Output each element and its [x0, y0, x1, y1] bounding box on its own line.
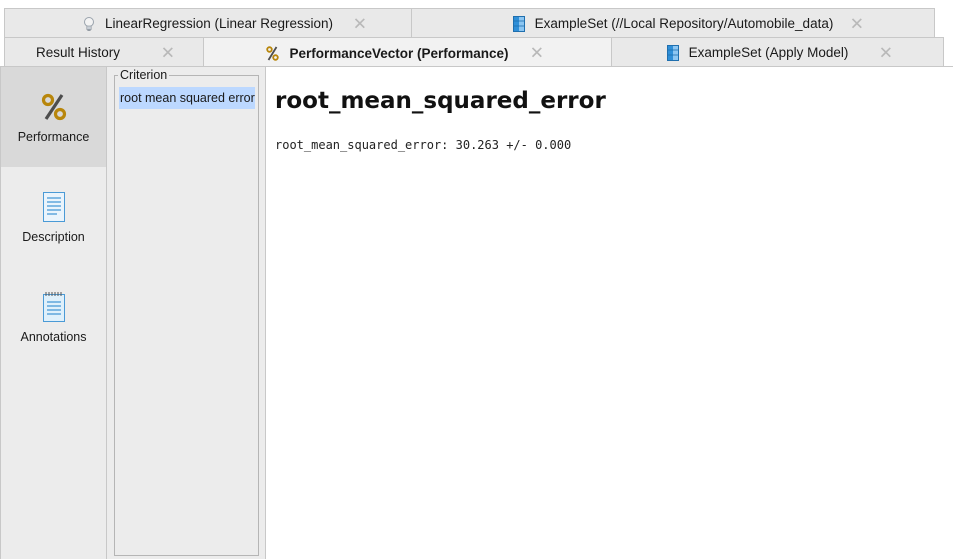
tab-exampleset-apply-model[interactable]: ExampleSet (Apply Model) ✕ [611, 37, 944, 67]
tab-label: Result History [35, 45, 121, 60]
tab-label: PerformanceVector (Performance) [289, 45, 509, 61]
criterion-title: root_mean_squared_error [275, 88, 606, 114]
tab-label: LinearRegression (Linear Regression) [104, 16, 334, 31]
nav-label: Description [22, 230, 85, 244]
nav-label: Performance [17, 130, 90, 144]
document-icon [42, 190, 65, 224]
nav-performance[interactable]: Performance [1, 67, 106, 167]
tab-linear-regression[interactable]: LinearRegression (Linear Regression) ✕ [4, 8, 412, 38]
criterion-list-item[interactable]: root mean squared error [119, 87, 255, 109]
criterion-panel: Criterion root mean squared error [107, 67, 265, 559]
tab-row-top: LinearRegression (Linear Regression) ✕ E… [0, 0, 953, 38]
results-view: LinearRegression (Linear Regression) ✕ E… [0, 0, 953, 559]
close-tab-button[interactable]: ✕ [850, 15, 864, 32]
close-tab-button[interactable]: ✕ [353, 15, 367, 32]
nav-annotations[interactable]: Annotations [1, 267, 106, 367]
tab-label: ExampleSet (//Local Repository/Automobil… [534, 16, 834, 31]
exampleset-icon [666, 44, 679, 61]
tab-label: ExampleSet (Apply Model) [688, 45, 849, 60]
performance-detail: root_mean_squared_error root_mean_square… [266, 67, 953, 559]
result-view-nav: Performance Description Annotations [0, 67, 107, 559]
criterion-groupbox [114, 75, 259, 556]
percent-icon [41, 90, 67, 124]
tab-exampleset-automobile[interactable]: ExampleSet (//Local Repository/Automobil… [411, 8, 935, 38]
tab-row-bottom: Result History ✕ PerformanceVector (Perf… [0, 36, 953, 68]
tab-performance-vector[interactable]: PerformanceVector (Performance) ✕ [203, 37, 612, 68]
close-tab-button[interactable]: ✕ [161, 44, 175, 61]
criterion-legend: Criterion [118, 68, 170, 82]
nav-description[interactable]: Description [1, 167, 106, 267]
close-tab-button[interactable]: ✕ [879, 44, 893, 61]
tab-result-history[interactable]: Result History ✕ [4, 37, 204, 67]
notepad-icon [42, 290, 66, 324]
percent-icon [266, 45, 280, 61]
close-tab-button[interactable]: ✕ [530, 45, 544, 62]
nav-label: Annotations [20, 330, 87, 344]
criterion-value: root_mean_squared_error: 30.263 +/- 0.00… [275, 138, 572, 152]
lightbulb-icon [83, 16, 95, 32]
exampleset-icon [512, 15, 525, 32]
